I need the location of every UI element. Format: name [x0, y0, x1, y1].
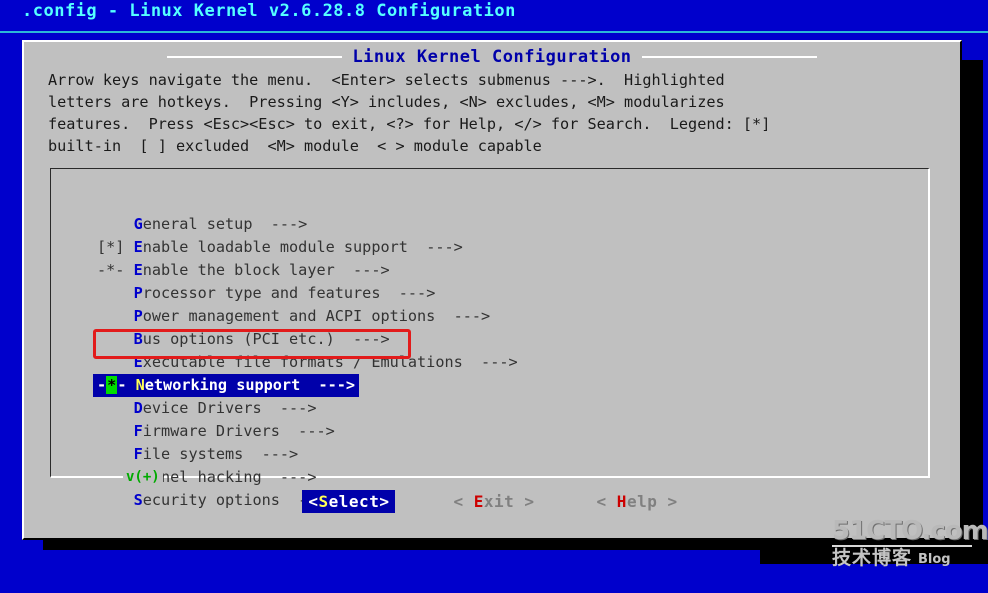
help-line: built-in [ ] excluded <M> module < > mod… — [48, 137, 542, 155]
dialog-title-row: Linux Kernel Configuration — [24, 47, 960, 67]
menu-list[interactable]: General setup ---> [*] Enable loadable mo… — [93, 213, 927, 512]
menu-item-hotkey: E — [133, 238, 143, 256]
titlebar-title: .config - Linux Kernel v2.6.28.8 Configu… — [22, 1, 516, 21]
button-label: xit > — [483, 492, 535, 511]
menu-item-label: rocessor type and features — [142, 284, 381, 302]
menu-item-hotkey: G — [133, 215, 143, 233]
submenu-arrow-icon: ---> — [435, 307, 491, 325]
button-label: elp > — [626, 492, 678, 511]
menu-item[interactable]: Bus options (PCI etc.) ---> — [97, 328, 390, 351]
menu-item-label: etworking support — [144, 376, 301, 394]
menu-item-hotkey: F — [133, 422, 143, 440]
menu-item[interactable]: Executable file formats / Emulations ---… — [97, 351, 518, 374]
button-bracket-left: < — [308, 492, 319, 511]
menu-item-prefix — [97, 422, 134, 440]
button-bracket-left: < — [453, 492, 474, 511]
submenu-arrow-icon: ---> — [252, 215, 308, 233]
dialog-button-help[interactable]: < Help > — [593, 491, 682, 512]
watermark-subtitle: 技术博客 — [832, 547, 913, 569]
dialog-title: Linux Kernel Configuration — [352, 47, 632, 67]
button-hotkey: S — [318, 492, 329, 511]
button-bracket-left: < — [596, 492, 617, 511]
watermark: 51CTO.com 技术博客 Blog — [832, 516, 988, 568]
watermark-blog-label: Blog — [918, 552, 951, 567]
submenu-arrow-icon: ---> — [462, 353, 518, 371]
submenu-arrow-icon: ---> — [334, 330, 390, 348]
submenu-arrow-icon: ---> — [261, 468, 317, 486]
menu-item-prefix — [97, 215, 134, 233]
menu-item-label: ile systems — [142, 445, 244, 463]
dialog-button-exit[interactable]: < Exit > — [449, 491, 538, 512]
menu-item-prefix2: - — [117, 376, 136, 394]
menu-item[interactable]: Power management and ACPI options ---> — [97, 305, 491, 328]
watermark-row2: 技术博客 Blog — [832, 548, 982, 568]
menu-item-prefix — [97, 353, 134, 371]
menu-item-prefix: [*] — [97, 238, 134, 256]
menu-item-hotkey: F — [133, 445, 143, 463]
button-hotkey: H — [616, 492, 627, 511]
menu-item-label: xecutable file formats / Emulations — [142, 353, 463, 371]
kernel-config-dialog: Linux Kernel Configuration Arrow keys na… — [22, 40, 962, 540]
menu-item-selected[interactable]: -*- Networking support ---> — [93, 374, 360, 397]
help-text: Arrow keys navigate the menu. <Enter> se… — [48, 69, 948, 157]
dialog-button-select[interactable]: <Select> — [302, 490, 396, 513]
menu-item-label: us options (PCI etc.) — [142, 330, 335, 348]
dialog-button-bar: <Select> < Exit > < Help > — [24, 490, 960, 513]
menu-item-prefix — [97, 330, 134, 348]
menu-item-label: irmware Drivers — [142, 422, 280, 440]
titlebar: .config - Linux Kernel v2.6.28.8 Configu… — [0, 0, 988, 31]
menu-item-label: nable the block layer — [142, 261, 335, 279]
menu-item-label: evice Drivers — [142, 399, 262, 417]
menu-item-prefix: -*- — [97, 261, 134, 279]
menu-item-label: nable loadable module support — [142, 238, 408, 256]
menu-item-hotkey: D — [133, 399, 143, 417]
submenu-arrow-icon: ---> — [407, 238, 463, 256]
menu-item-prefix: - — [97, 376, 107, 394]
titlebar-separator — [0, 31, 988, 33]
button-label: elect> — [328, 492, 390, 511]
submenu-arrow-icon: ---> — [279, 422, 335, 440]
submenu-arrow-icon: ---> — [300, 376, 356, 394]
button-hotkey: E — [473, 492, 484, 511]
menu-item-prefix — [97, 307, 134, 325]
menu-item-hotkey: E — [133, 353, 143, 371]
help-line: letters are hotkeys. Pressing <Y> includ… — [48, 93, 725, 111]
help-line: Arrow keys navigate the menu. <Enter> se… — [48, 71, 725, 89]
submenu-arrow-icon: ---> — [261, 399, 317, 417]
submenu-arrow-icon: ---> — [243, 445, 299, 463]
menu-item[interactable]: Processor type and features ---> — [97, 282, 436, 305]
menu-item[interactable]: General setup ---> — [97, 213, 308, 236]
menu-item-prefix — [97, 284, 134, 302]
menu-item[interactable]: Device Drivers ---> — [97, 397, 317, 420]
menu-item[interactable]: -*- Enable the block layer ---> — [97, 259, 390, 282]
dialog-title-rule-right — [641, 56, 817, 58]
menu-item[interactable]: Firmware Drivers ---> — [97, 420, 335, 443]
submenu-arrow-icon: ---> — [380, 284, 436, 302]
menu-item-hotkey: E — [133, 261, 143, 279]
help-line: features. Press <Esc><Esc> to exit, <?> … — [48, 115, 771, 133]
menu-item-label: ower management and ACPI options — [142, 307, 436, 325]
submenu-arrow-icon: ---> — [334, 261, 390, 279]
menu-box: General setup ---> [*] Enable loadable mo… — [50, 168, 930, 509]
menu-item[interactable]: [*] Enable loadable module support ---> — [97, 236, 463, 259]
menu-item-label: eneral setup — [142, 215, 253, 233]
menu-item-hotkey: B — [133, 330, 143, 348]
scroll-down-indicator: v(+) — [123, 469, 163, 485]
menu-item-hotkey: N — [135, 376, 145, 394]
cursor-cell: * — [106, 376, 118, 394]
menu-item-prefix — [97, 399, 134, 417]
watermark-site: 51CTO.com — [832, 516, 988, 546]
dialog-title-rule-left — [167, 56, 343, 58]
menu-item-prefix — [97, 445, 134, 463]
menu-item-hotkey: P — [133, 284, 143, 302]
menu-item[interactable]: File systems ---> — [97, 443, 299, 466]
menu-item-hotkey: P — [133, 307, 143, 325]
